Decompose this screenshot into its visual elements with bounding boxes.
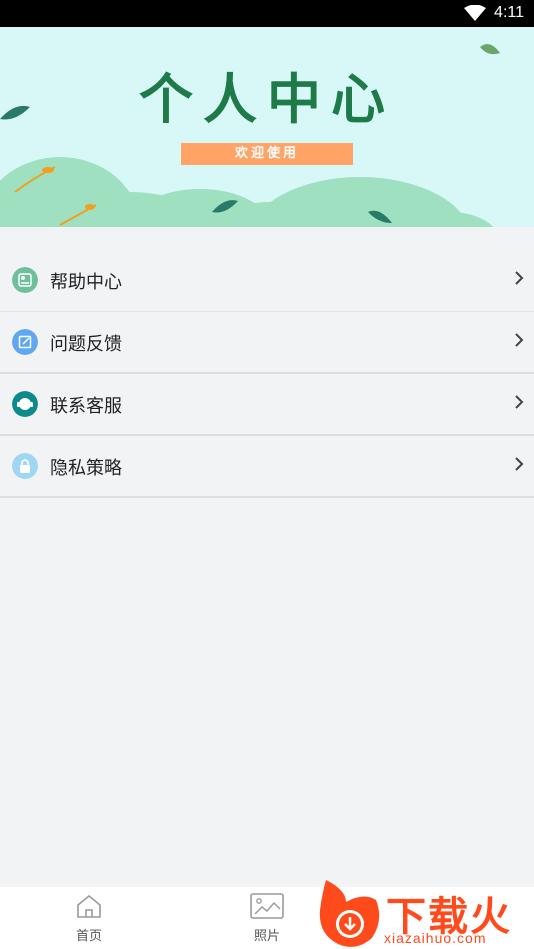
- profile-banner: 个人中心 欢迎使用: [0, 27, 534, 227]
- nav-label: 首页: [75, 929, 102, 944]
- watermark-logo: 下载火 xiazaihuo.com: [316, 880, 534, 949]
- flame-logo-icon: [319, 880, 380, 947]
- status-bar: 4:11: [0, 0, 534, 27]
- nav-item-home[interactable]: 首页: [49, 893, 129, 944]
- feedback-icon: [12, 329, 38, 355]
- nav-item-photo[interactable]: 照片: [227, 893, 307, 944]
- watermark-url: xiazaihuo.com: [384, 930, 487, 946]
- menu-item-customer-service[interactable]: 联系客服: [0, 374, 534, 436]
- menu-item-label: 隐私策略: [50, 458, 122, 479]
- customer-service-icon: [12, 391, 38, 417]
- status-time: 4:11: [494, 4, 524, 21]
- banner-title: 个人中心: [139, 68, 395, 131]
- wifi-icon: [464, 5, 486, 21]
- chevron-right-icon: [515, 271, 524, 285]
- chevron-right-icon: [515, 395, 524, 409]
- home-icon: [77, 894, 101, 918]
- chevron-right-icon: [515, 333, 524, 347]
- menu-item-feedback[interactable]: 问题反馈: [0, 312, 534, 374]
- photo-icon: [250, 893, 284, 919]
- chevron-right-icon: [515, 457, 524, 471]
- menu-item-help-center[interactable]: 帮助中心: [0, 250, 534, 312]
- menu-item-label: 联系客服: [50, 396, 122, 417]
- menu-item-label: 问题反馈: [50, 334, 122, 355]
- nav-label: 照片: [253, 929, 280, 944]
- settings-menu: 帮助中心 问题反馈 联系客服 隐私策略: [0, 250, 534, 498]
- banner-subtitle: 欢迎使用: [181, 143, 353, 165]
- menu-item-privacy-policy[interactable]: 隐私策略: [0, 436, 534, 498]
- menu-item-label: 帮助中心: [50, 272, 122, 293]
- privacy-lock-icon: [12, 453, 38, 479]
- help-center-icon: [12, 267, 38, 293]
